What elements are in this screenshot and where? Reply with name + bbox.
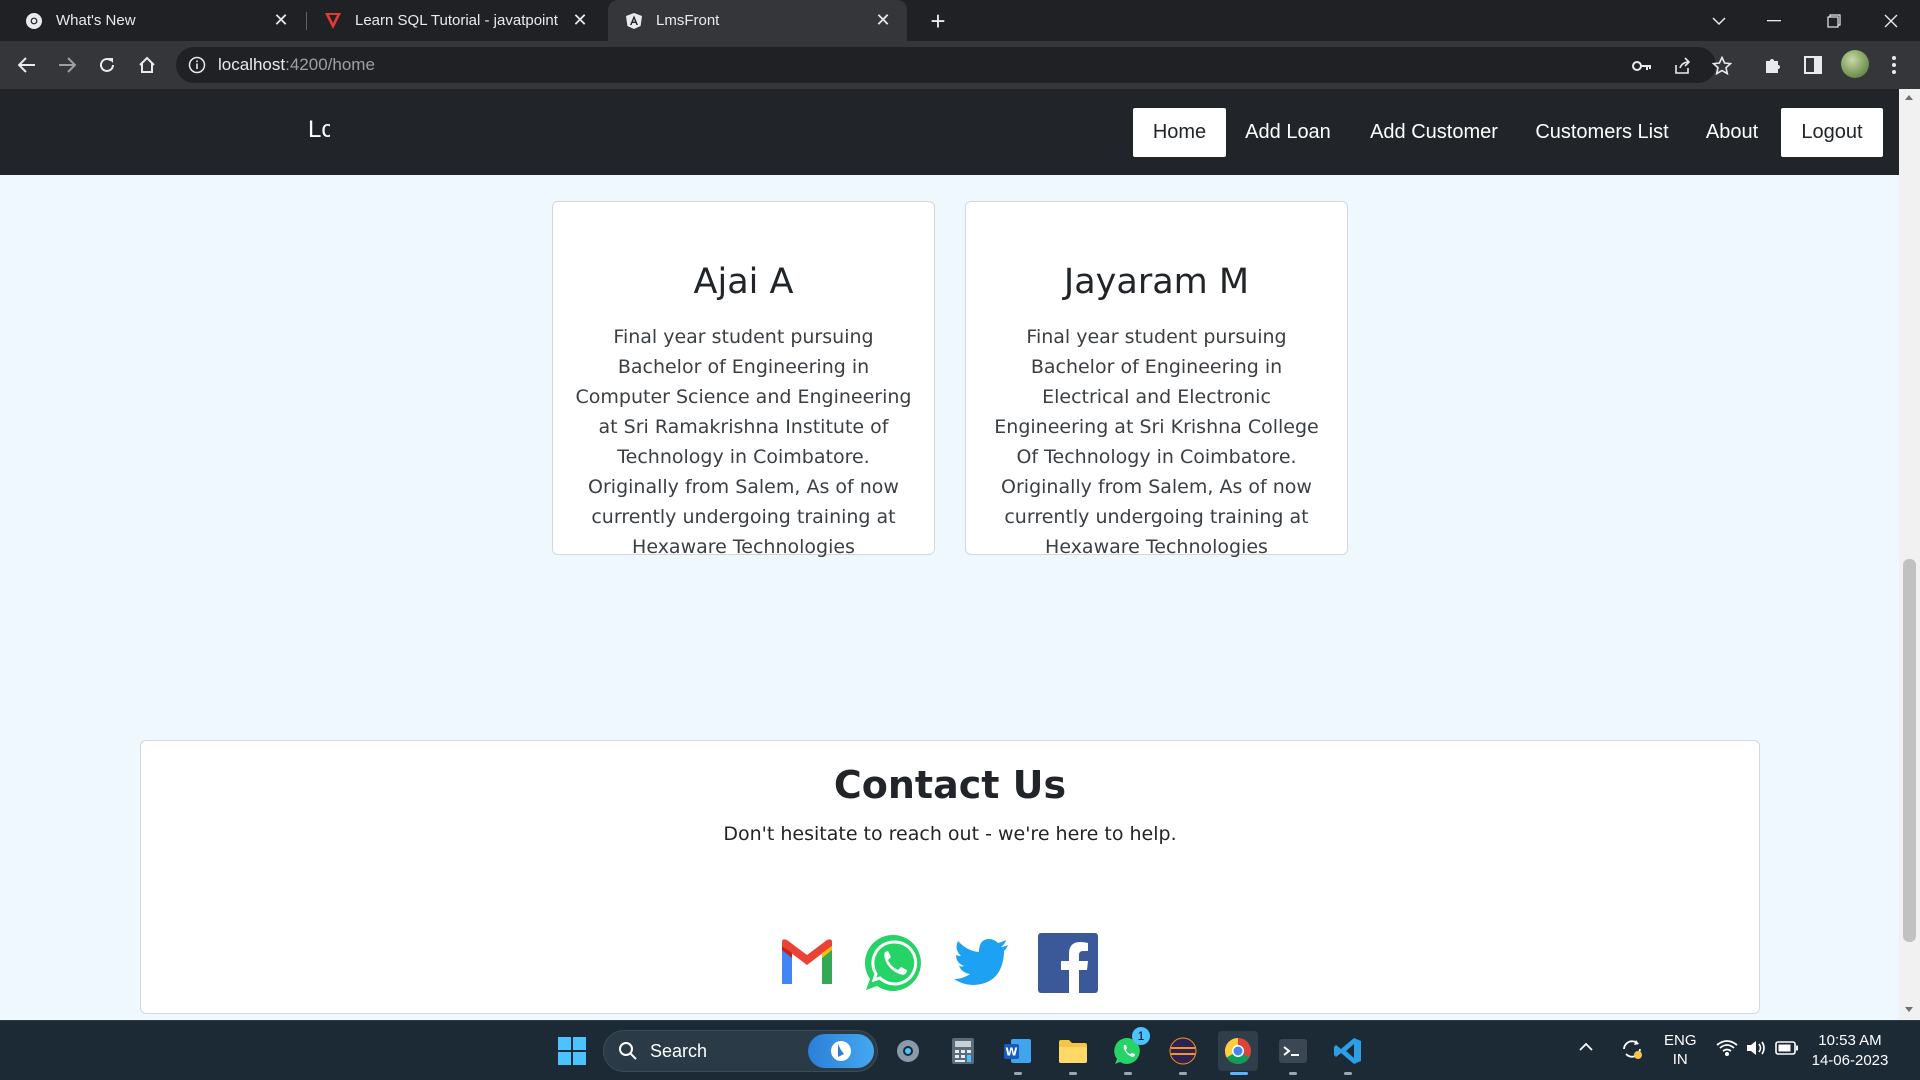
volume-icon[interactable] <box>1745 1039 1767 1061</box>
reload-icon[interactable] <box>91 49 123 81</box>
team-card: Ajai A Final year student pursuing Bache… <box>552 201 935 558</box>
page-viewport: Lc Home Add Loan Add Customer Customers … <box>0 89 1899 1020</box>
calculator-app-icon[interactable] <box>943 1031 983 1071</box>
running-indicator <box>1344 1072 1352 1075</box>
wifi-icon[interactable] <box>1716 1039 1738 1061</box>
search-label: Search <box>650 1041 708 1061</box>
tab-search-icon[interactable] <box>1699 0 1739 41</box>
contact-section: Contact Us Don't hesitate to reach out -… <box>140 740 1760 1014</box>
taskbar-search[interactable]: Search <box>603 1030 878 1072</box>
angular-icon <box>624 11 644 31</box>
home-icon[interactable] <box>131 49 163 81</box>
nav-add-customer[interactable]: Add Customer <box>1360 108 1508 157</box>
close-icon[interactable]: ✕ <box>568 9 592 33</box>
member-bio: Final year student pursuing Bachelor of … <box>575 326 912 558</box>
extensions-icon[interactable] <box>1761 53 1785 77</box>
running-indicator <box>1014 1072 1022 1075</box>
terminal-app-icon[interactable] <box>1273 1031 1313 1075</box>
brand-logo[interactable]: Lc <box>308 116 330 144</box>
chrome-icon <box>24 11 44 31</box>
windows-taskbar: Search W 1 ENG IN 10:53 AM 14-06-2023 <box>0 1020 1920 1080</box>
profile-avatar[interactable] <box>1841 50 1869 78</box>
svg-text:W: W <box>1005 1046 1017 1059</box>
facebook-icon[interactable] <box>1037 932 1099 994</box>
vscode-app-icon[interactable] <box>1328 1031 1368 1075</box>
scroll-down-icon[interactable] <box>1905 1007 1913 1012</box>
menu-kebab-icon[interactable] <box>1882 53 1906 77</box>
twitter-icon[interactable] <box>950 932 1012 994</box>
tray-chevron-icon[interactable] <box>1578 1039 1594 1056</box>
running-indicator <box>1124 1072 1132 1075</box>
member-bio: Final year student pursuing Bachelor of … <box>994 326 1319 558</box>
whatsapp-icon[interactable] <box>863 932 925 994</box>
lang-code: ENG <box>1664 1032 1697 1049</box>
tab-lmsfront[interactable]: LmsFront ✕ <box>608 0 907 41</box>
contact-title: Contact Us <box>833 763 1067 807</box>
new-tab-button[interactable]: + <box>923 6 953 36</box>
team-card: Jayaram M Final year student pursuing Ba… <box>965 201 1348 558</box>
minimize-icon[interactable] <box>1754 0 1794 41</box>
share-icon[interactable] <box>1671 55 1693 77</box>
sync-icon[interactable] <box>1620 1037 1644 1065</box>
bookmark-star-icon[interactable] <box>1711 55 1733 77</box>
eclipse-app-icon[interactable] <box>1163 1031 1203 1075</box>
running-indicator <box>1289 1072 1297 1075</box>
file-explorer-icon[interactable] <box>1053 1031 1093 1075</box>
bing-icon[interactable] <box>808 1034 874 1068</box>
tab-whats-new[interactable]: What's New ✕ <box>0 0 305 41</box>
nav-add-loan[interactable]: Add Loan <box>1233 108 1343 157</box>
back-icon[interactable] <box>11 49 43 81</box>
logout-button[interactable]: Logout <box>1781 108 1883 157</box>
clock-time: 10:53 AM <box>1818 1032 1882 1049</box>
member-name: Ajai A <box>693 262 794 302</box>
contact-subtitle: Don't hesitate to reach out - we're here… <box>723 823 1177 845</box>
running-indicator <box>1230 1072 1248 1075</box>
close-window-icon[interactable] <box>1871 0 1911 41</box>
battery-icon[interactable] <box>1775 1041 1799 1059</box>
forward-icon[interactable] <box>51 49 83 81</box>
nav-customers-list[interactable]: Customers List <box>1524 108 1680 157</box>
tab-title: What's New <box>56 12 136 29</box>
chrome-app-icon[interactable] <box>1218 1031 1258 1075</box>
clock-date: 14-06-2023 <box>1811 1052 1889 1069</box>
key-icon[interactable] <box>1631 55 1653 77</box>
close-icon[interactable]: ✕ <box>269 9 293 33</box>
scrollbar-thumb[interactable] <box>1903 559 1916 942</box>
url-path: :4200/home <box>285 55 375 74</box>
browser-tabstrip: What's New ✕ Learn SQL Tutorial - javatp… <box>0 0 1920 41</box>
tab-title: Learn SQL Tutorial - javatpoint <box>355 12 558 29</box>
address-bar[interactable]: localhost:4200/home <box>176 47 1732 83</box>
browser-toolbar: localhost:4200/home <box>0 41 1920 89</box>
side-panel-icon[interactable] <box>1801 53 1825 77</box>
app-navbar: Lc Home Add Loan Add Customer Customers … <box>0 89 1899 175</box>
running-indicator <box>1179 1072 1187 1075</box>
page-scrollbar[interactable] <box>1899 89 1920 1020</box>
url-host: localhost <box>218 55 286 74</box>
language-indicator[interactable]: ENG IN <box>1664 1031 1697 1069</box>
nav-home[interactable]: Home <box>1133 108 1226 157</box>
running-indicator <box>1069 1072 1077 1075</box>
nav-about[interactable]: About <box>1696 108 1768 157</box>
notification-badge: 1 <box>1132 1027 1150 1045</box>
gmail-icon[interactable] <box>776 932 838 994</box>
whatsapp-app-icon[interactable]: 1 <box>1108 1027 1150 1075</box>
javatpoint-icon <box>323 11 343 31</box>
tab-javatpoint[interactable]: Learn SQL Tutorial - javatpoint ✕ <box>307 0 604 41</box>
windows-start-icon[interactable] <box>552 1031 592 1071</box>
restore-icon[interactable] <box>1814 0 1854 41</box>
settings-app-icon[interactable] <box>888 1031 928 1071</box>
scroll-up-icon[interactable] <box>1905 95 1913 100</box>
lang-region: IN <box>1672 1051 1688 1068</box>
search-icon <box>618 1041 638 1066</box>
tab-title: LmsFront <box>656 12 720 29</box>
info-icon[interactable] <box>188 56 206 74</box>
clock[interactable]: 10:53 AM 14-06-2023 <box>1810 1031 1890 1071</box>
word-app-icon[interactable]: W <box>998 1031 1038 1075</box>
url-text: localhost:4200/home <box>218 55 375 75</box>
close-icon[interactable]: ✕ <box>871 9 895 33</box>
member-name: Jayaram M <box>1063 262 1250 302</box>
